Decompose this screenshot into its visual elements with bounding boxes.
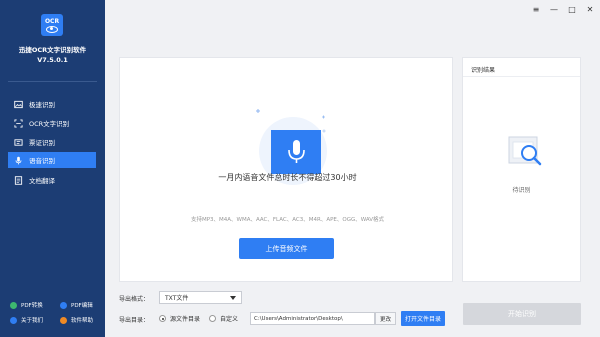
- radio-unselected-icon: [209, 315, 216, 322]
- pdf-edit-link[interactable]: PDF编辑: [60, 301, 93, 309]
- radio-custom-dir[interactable]: 自定义: [209, 314, 238, 323]
- image-icon: [14, 100, 23, 109]
- sidebar-item-fast-recognition[interactable]: 极速识别: [8, 96, 96, 112]
- close-icon[interactable]: ✕: [586, 5, 594, 14]
- app-name: 迅捷OCR文字识别软件: [18, 46, 87, 54]
- eye-icon: [46, 25, 58, 33]
- menu-icon[interactable]: ≡: [532, 5, 540, 14]
- result-empty-text: 待识别: [512, 187, 531, 194]
- logo-text: OCR: [44, 17, 60, 25]
- export-dir-label: 导出目录：: [119, 317, 150, 324]
- result-panel: 识别结果 待识别: [462, 57, 581, 282]
- ticket-icon: [14, 138, 23, 147]
- upload-audio-button[interactable]: 上传音频文件: [239, 238, 334, 259]
- sidebar-item-label: 语音识别: [29, 157, 55, 165]
- pdf-edit-icon: [60, 301, 67, 309]
- export-format-value: TXT文件: [165, 295, 189, 302]
- pdf-convert-link[interactable]: PDF转换: [10, 301, 43, 309]
- chevron-down-icon: [230, 296, 236, 300]
- about-icon: [10, 316, 17, 324]
- scan-icon: [14, 118, 23, 128]
- radio-selected-icon: [159, 315, 166, 322]
- minimize-icon[interactable]: —: [550, 5, 558, 14]
- about-us-link[interactable]: 关于我们: [10, 316, 43, 324]
- supported-formats-text: 支持MP3、M4A、WMA、AAC、FLAC、AC3、M4R、APE、OGG、W…: [190, 217, 385, 223]
- sidebar-item-label: 极速识别: [29, 101, 55, 109]
- about-us-label: 关于我们: [21, 318, 44, 324]
- app-logo: OCR: [41, 14, 63, 36]
- duration-limit-text: 一月内语音文件总时长不得超过30小时: [218, 173, 357, 182]
- upload-drop-area[interactable]: 一月内语音文件总时长不得超过30小时 支持MP3、M4A、WMA、AAC、FLA…: [119, 57, 453, 282]
- export-format-select[interactable]: TXT文件: [159, 291, 242, 304]
- sidebar-item-label: OCR文字识别: [29, 120, 70, 128]
- sidebar-item-label: 文档翻译: [29, 177, 55, 185]
- sidebar-item-ocr[interactable]: OCR文字识别: [8, 115, 96, 131]
- pdf-convert-label: PDF转换: [21, 303, 43, 309]
- sidebar-item-label: 票证识别: [29, 139, 55, 147]
- help-icon: [60, 316, 67, 324]
- sidebar: OCR 迅捷OCR文字识别软件 V7.5.0.1 极速识别 OCR文字识别 票证…: [0, 0, 105, 337]
- radio-source-label: 源文件目录: [170, 316, 201, 323]
- app-version: V7.5.0.1: [37, 56, 68, 64]
- pdf-convert-icon: [10, 301, 17, 309]
- result-title: 识别结果: [471, 67, 496, 74]
- output-path-field[interactable]: C:\Users\Administrator\Desktop\: [250, 312, 375, 325]
- maximize-icon[interactable]: □: [568, 5, 576, 14]
- microphone-icon: [14, 156, 23, 165]
- export-format-label: 导出格式：: [119, 296, 150, 303]
- pdf-edit-label: PDF编辑: [71, 303, 93, 309]
- open-folder-button[interactable]: 打开文件目录: [401, 311, 445, 326]
- sidebar-item-ticket[interactable]: 票证识别: [8, 134, 96, 150]
- sidebar-divider: [8, 81, 97, 82]
- sidebar-item-translate[interactable]: 文档翻译: [8, 172, 96, 188]
- search-document-icon: [508, 136, 542, 166]
- change-path-button[interactable]: 更改: [375, 312, 396, 325]
- translate-icon: [14, 175, 23, 185]
- window-controls: ≡ — □ ✕: [532, 5, 594, 14]
- help-label: 软件帮助: [71, 318, 94, 324]
- radio-source-dir[interactable]: 源文件目录: [159, 314, 200, 323]
- radio-custom-label: 自定义: [220, 316, 239, 323]
- result-divider: [463, 76, 580, 77]
- start-recognition-button[interactable]: 开始识别: [463, 303, 581, 325]
- sidebar-item-voice[interactable]: 语音识别: [8, 152, 96, 168]
- help-link[interactable]: 软件帮助: [60, 316, 93, 324]
